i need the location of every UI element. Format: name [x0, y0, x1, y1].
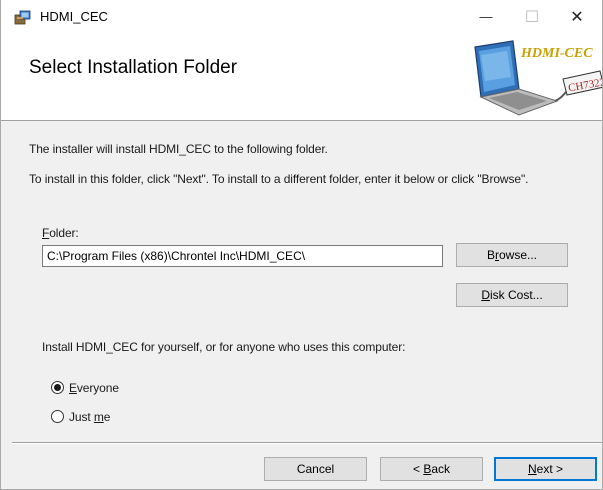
disk-cost-button[interactable]: Disk Cost... — [456, 283, 568, 307]
radio-just-me[interactable]: Just me — [51, 408, 171, 426]
title-bar[interactable]: HDMI_CEC — ☐ ✕ — [1, 0, 602, 33]
intro-text: The installer will install HDMI_CEC to t… — [29, 142, 328, 156]
radio-just-me-circle[interactable] — [51, 410, 64, 423]
radio-selected-dot — [54, 384, 61, 391]
browse-label-pre: B — [486, 248, 495, 262]
cancel-button[interactable]: Cancel — [264, 457, 367, 481]
radio-everyone[interactable]: Everyone — [51, 379, 171, 397]
radio-just-me-accel: m — [93, 410, 104, 424]
back-label: < Back — [413, 462, 450, 476]
next-label-post: ext > — [536, 462, 564, 476]
next-label-accel: N — [527, 462, 537, 476]
radio-just-me-label: Just me — [69, 410, 110, 424]
cancel-label: Cancel — [296, 462, 335, 476]
laptop-logo-graphic: CH7322 HDMI-CEC — [474, 40, 602, 116]
back-label-pre: < — [412, 462, 424, 476]
browse-label-post: owse... — [499, 248, 538, 262]
window-title: HDMI_CEC — [40, 9, 108, 24]
radio-everyone-label: Everyone — [69, 381, 119, 395]
disk-cost-label-post: isk Cost... — [489, 288, 543, 302]
header-banner: Select Installation Folder CH7322 HDMI-C… — [1, 33, 602, 121]
radio-just-me-pre: Just — [69, 410, 94, 424]
radio-everyone-rest: veryone — [76, 381, 119, 395]
minimize-button[interactable]: — — [463, 0, 509, 33]
folder-label-rest: older: — [49, 226, 79, 240]
radio-everyone-circle[interactable] — [51, 381, 64, 394]
instructions-text: To install in this folder, click "Next".… — [29, 172, 529, 186]
radio-everyone-accel: E — [69, 381, 77, 395]
close-button[interactable]: ✕ — [554, 0, 600, 33]
back-label-post: ack — [431, 462, 451, 476]
next-label: Next > — [528, 462, 563, 476]
installer-package-icon — [14, 10, 31, 25]
disk-cost-label: Disk Cost... — [481, 288, 542, 302]
disk-cost-label-accel: D — [481, 288, 490, 302]
browse-label: Browse... — [487, 248, 537, 262]
page-title: Select Installation Folder — [29, 57, 238, 78]
next-button[interactable]: Next > — [494, 457, 597, 481]
folder-path-input[interactable] — [42, 245, 443, 267]
maximize-button[interactable]: ☐ — [509, 0, 555, 33]
footer-separator — [12, 442, 602, 444]
maximize-icon: ☐ — [524, 8, 540, 26]
radio-just-me-rest: e — [103, 410, 111, 424]
minimize-icon: — — [479, 9, 493, 24]
installer-window: HDMI_CEC — ☐ ✕ Select Installation Folde… — [0, 0, 603, 490]
folder-label: Folder: — [42, 226, 79, 240]
install-for-prompt: Install HDMI_CEC for yourself, or for an… — [42, 340, 406, 354]
back-button[interactable]: < Back — [380, 457, 483, 481]
close-icon: ✕ — [570, 8, 584, 26]
browse-button[interactable]: Browse... — [456, 243, 568, 267]
logo-text: HDMI-CEC — [520, 46, 593, 61]
